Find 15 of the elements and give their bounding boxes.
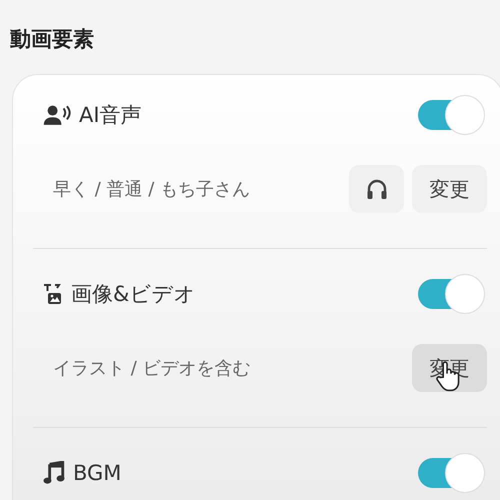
speaker-icon [43, 104, 71, 126]
item-title: BGM [73, 461, 122, 485]
section-heading: 動画要素 [10, 26, 95, 53]
listen-button[interactable] [349, 165, 404, 213]
toggle-switch[interactable] [417, 453, 485, 493]
headphones-icon [364, 177, 388, 201]
item-title: 画像&ビデオ [71, 281, 196, 308]
change-button[interactable]: 変更 [412, 165, 487, 213]
item-detail: イラスト / ビデオを含む [53, 357, 252, 380]
item-title: AI音声 [79, 102, 143, 129]
toggle-switch[interactable] [417, 95, 485, 135]
image-icon [43, 282, 63, 306]
music-note-icon [43, 461, 65, 485]
toggle-switch[interactable] [417, 274, 485, 314]
item-detail: 早く / 普通 / もち子さん [53, 178, 252, 201]
